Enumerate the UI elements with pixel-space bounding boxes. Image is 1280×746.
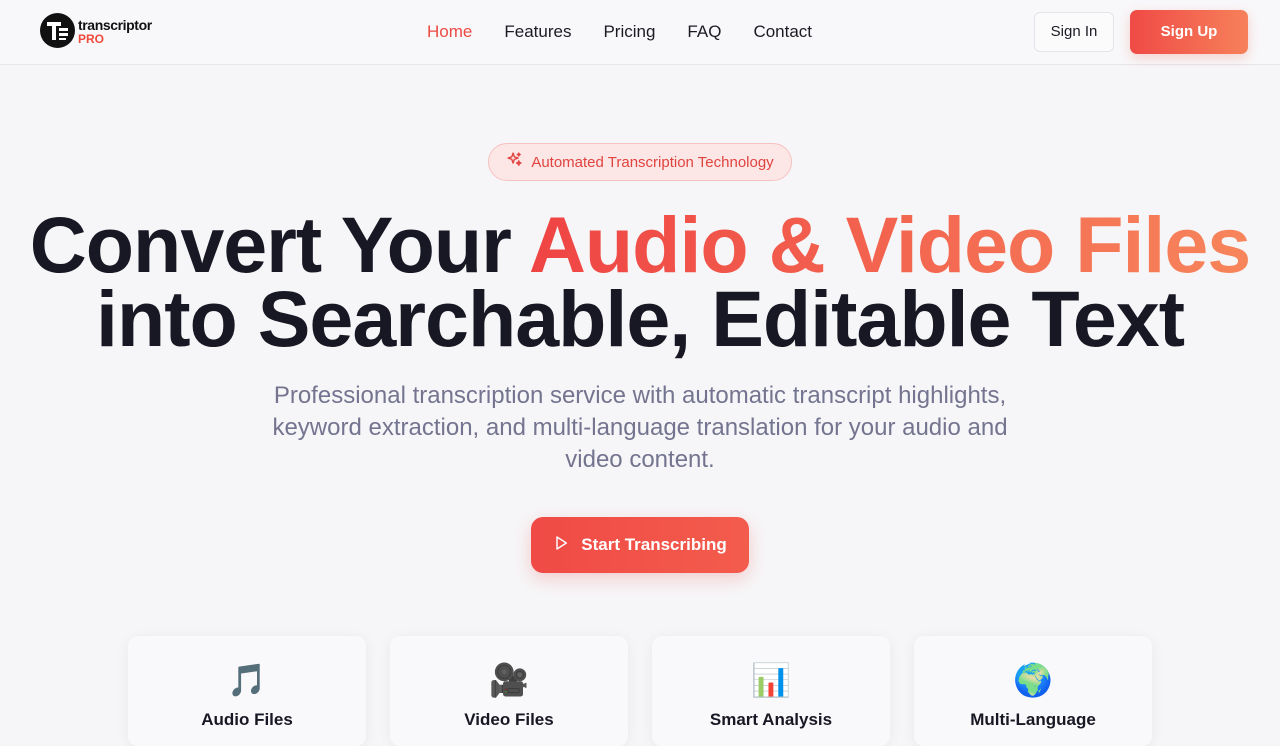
feature-card-language: 🌍 Multi-Language [914, 636, 1152, 746]
feature-card-audio: 🎵 Audio Files [128, 636, 366, 746]
sign-in-button[interactable]: Sign In [1034, 12, 1114, 52]
logo[interactable]: transcriptor PRO [40, 13, 160, 49]
sparkle-icon [506, 151, 523, 173]
feature-cards: 🎵 Audio Files 🎥 Video Files 📊 Smart Anal… [128, 636, 1152, 746]
start-transcribing-button[interactable]: Start Transcribing [531, 517, 749, 573]
logo-text: transcriptor [78, 17, 152, 33]
start-transcribing-label: Start Transcribing [581, 535, 727, 554]
feature-card-video: 🎥 Video Files [390, 636, 628, 746]
headline-part-2: into Searchable, Editable Text [96, 274, 1185, 363]
logo-mark-icon [40, 13, 75, 48]
nav-link-faq[interactable]: FAQ [671, 20, 737, 44]
play-icon [553, 535, 569, 556]
badge-label: Automated Transcription Technology [531, 153, 774, 171]
bar-chart-icon: 📊 [751, 662, 791, 698]
nav-link-home[interactable]: Home [411, 20, 488, 44]
technology-badge: Automated Transcription Technology [488, 143, 792, 181]
feature-card-title: Multi-Language [970, 710, 1096, 729]
sign-up-button[interactable]: Sign Up [1130, 10, 1248, 54]
feature-card-analysis: 📊 Smart Analysis [652, 636, 890, 746]
feature-card-title: Video Files [464, 710, 554, 729]
logo-pro-label: PRO [78, 32, 105, 46]
top-navbar: transcriptor PRO Home Features Pricing F… [0, 0, 1280, 65]
music-note-icon: 🎵 [227, 662, 267, 698]
hero-headline: Convert Your Audio & Video Files into Se… [0, 205, 1280, 358]
nav-link-contact[interactable]: Contact [737, 20, 828, 44]
globe-icon: 🌍 [1013, 662, 1053, 698]
hero-subtitle: Professional transcription service with … [272, 382, 1008, 473]
nav-links: Home Features Pricing FAQ Contact [411, 20, 828, 44]
nav-link-pricing[interactable]: Pricing [587, 20, 671, 44]
nav-link-features[interactable]: Features [488, 20, 587, 44]
feature-card-title: Audio Files [201, 710, 293, 729]
feature-card-title: Smart Analysis [709, 710, 833, 729]
video-camera-icon: 🎥 [489, 662, 529, 698]
